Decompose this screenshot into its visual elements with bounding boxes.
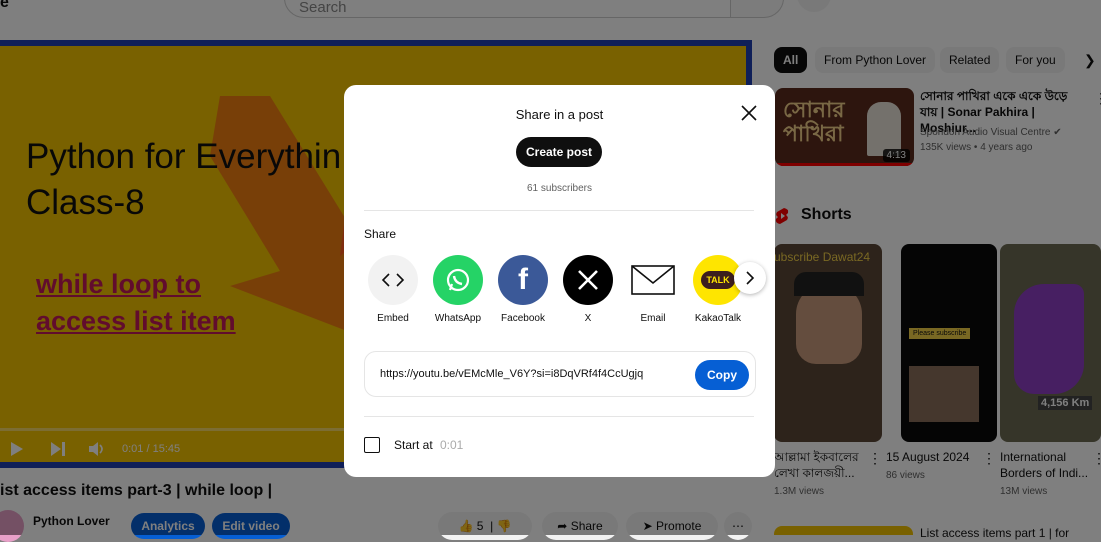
share-dialog: Share in a post Create post 61 subscribe… — [344, 85, 775, 477]
subscriber-count: 61 subscribers — [526, 183, 593, 194]
close-icon[interactable] — [737, 101, 761, 125]
chevron-right-icon[interactable] — [734, 262, 766, 294]
copy-button[interactable]: Copy — [695, 360, 749, 390]
email-icon — [628, 255, 678, 305]
share-option-label: X — [584, 313, 592, 324]
dialog-heading: Share in a post — [515, 107, 604, 122]
share-option-label: WhatsApp — [434, 313, 482, 324]
share-option-label: Embed — [377, 313, 409, 324]
start-at-time[interactable]: 0:01 — [440, 438, 463, 452]
share-option-whatsapp[interactable]: WhatsApp — [428, 255, 488, 324]
start-at-checkbox[interactable] — [364, 437, 380, 453]
facebook-icon: f — [498, 255, 548, 305]
divider — [364, 416, 754, 417]
share-option-facebook[interactable]: f Facebook — [493, 255, 553, 324]
share-option-embed[interactable]: Embed — [363, 255, 423, 324]
share-option-label: KakaoTalk — [694, 313, 742, 324]
divider — [364, 210, 754, 211]
share-option-x[interactable]: X — [558, 255, 618, 324]
share-option-email[interactable]: Email — [623, 255, 683, 324]
start-at-label: Start at — [394, 438, 433, 452]
share-url-field[interactable]: https://youtu.be/vEMcMle_V6Y?si=i8DqVRf4… — [364, 351, 756, 397]
share-option-label: Email — [640, 313, 666, 324]
share-option-label: Facebook — [501, 313, 545, 324]
embed-icon — [368, 255, 418, 305]
whatsapp-icon — [433, 255, 483, 305]
share-url[interactable]: https://youtu.be/vEMcMle_V6Y?si=i8DqVRf4… — [380, 368, 643, 380]
share-heading: Share — [364, 227, 397, 241]
create-post-button[interactable]: Create post — [516, 137, 602, 167]
x-icon — [563, 255, 613, 305]
